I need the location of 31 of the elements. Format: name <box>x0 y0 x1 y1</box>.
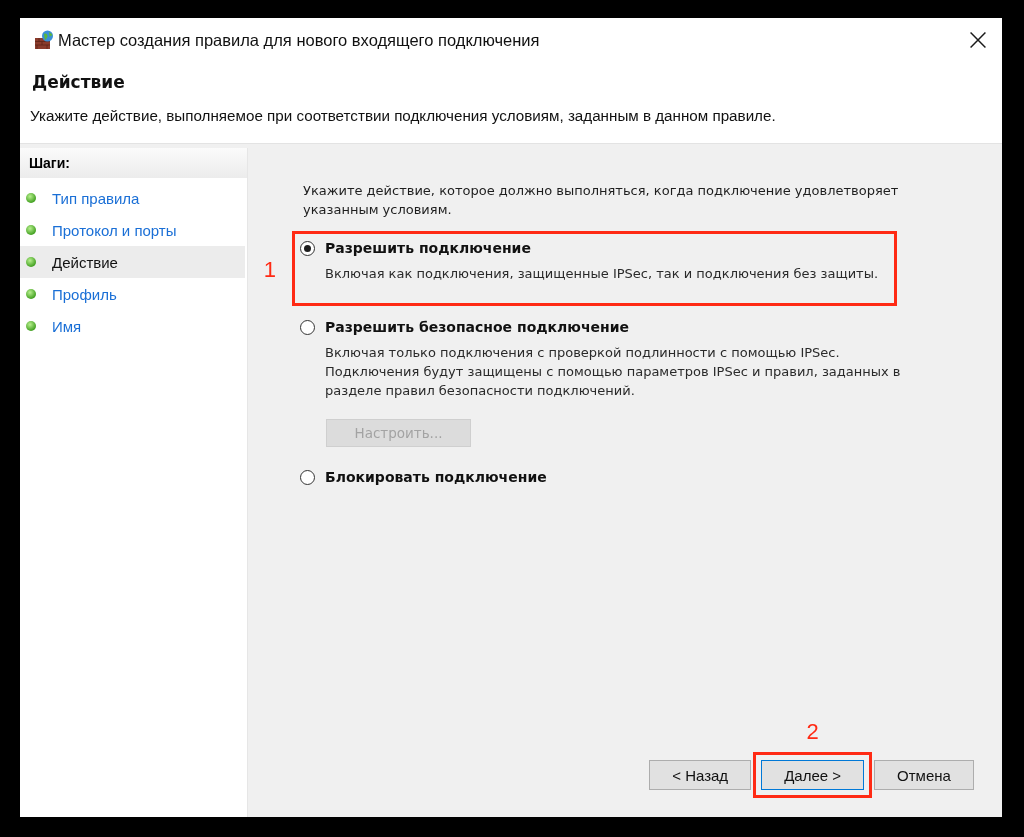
step-dot-icon <box>26 193 36 203</box>
step-item[interactable]: Протокол и порты <box>20 214 245 246</box>
annotation-number: 1 <box>263 258 276 282</box>
option-label[interactable]: Блокировать подключение <box>325 469 547 485</box>
step-item[interactable]: Тип правила <box>20 182 245 214</box>
steps-heading: Шаги: <box>20 148 247 178</box>
radio-button[interactable] <box>300 319 315 335</box>
option-label[interactable]: Разрешить безопасное подключение <box>325 319 630 335</box>
step-dot-icon <box>26 289 36 299</box>
step-dot-icon <box>26 321 36 331</box>
option-description: Включая только подключения с проверкой подлинности с помощью IPSec. Подключения будут защищены с помощью параметров IPSec и правил, заданных в разделе правил безопасности подключений. <box>324 344 902 400</box>
brick-wall-globe-icon <box>34 30 54 50</box>
dialog-button[interactable]: Далее > <box>761 760 864 790</box>
radio-button[interactable] <box>300 469 315 485</box>
dialog-button[interactable]: < Назад <box>649 760 752 790</box>
step-item[interactable]: Имя <box>20 310 245 342</box>
close-icon <box>970 32 986 48</box>
option-description: Включая как подключения, защищенные IPSec, так и подключения без защиты. <box>324 265 879 283</box>
step-item[interactable]: Профиль <box>20 278 245 310</box>
window-title: Мастер создания правила для нового входящего подключения <box>58 30 540 50</box>
option-label[interactable]: Разрешить подключение <box>325 240 531 256</box>
radio-button[interactable] <box>300 240 315 256</box>
dialog-button[interactable]: Отмена <box>874 760 974 790</box>
page-description: Укажите действие, выполняемое при соответствии подключения условиям, заданным в данном правиле. <box>30 106 777 126</box>
annotation-number: 2 <box>806 720 819 744</box>
step-dot-icon <box>26 225 36 235</box>
instruction-text: Укажите действие, которое должно выполняться, когда подключение удовлетворяет указанным условиям. <box>303 182 900 219</box>
close-button[interactable] <box>970 32 986 48</box>
step-item[interactable]: Действие <box>20 246 245 278</box>
page-heading: Действие <box>32 71 126 94</box>
step-dot-icon <box>26 257 36 267</box>
